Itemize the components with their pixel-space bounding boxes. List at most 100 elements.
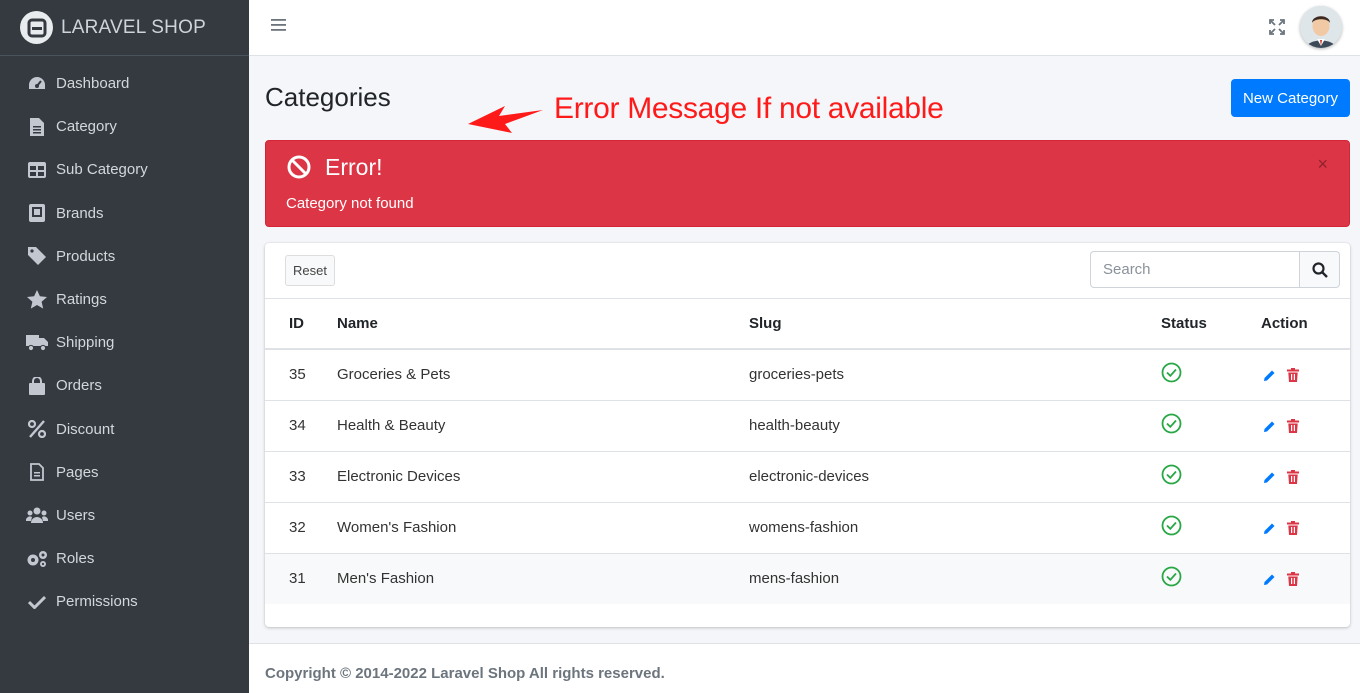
cell-actions — [1261, 349, 1350, 401]
brand-name: LARAVEL SHOP — [61, 16, 206, 38]
edit-icon[interactable] — [1261, 571, 1277, 587]
card-toolbar: Reset — [265, 243, 1350, 299]
alert-title: Error! — [325, 154, 383, 180]
cogs-icon — [26, 548, 48, 570]
cell-id: 34 — [265, 400, 337, 452]
column-header-slug: Slug — [749, 299, 1161, 350]
cell-actions — [1261, 553, 1350, 604]
edit-icon[interactable] — [1261, 367, 1277, 383]
cell-actions — [1261, 400, 1350, 452]
status-active-icon — [1161, 413, 1182, 438]
cell-status — [1161, 349, 1261, 401]
categories-table: ID Name Slug Status Action 35 Groceries … — [265, 299, 1350, 604]
fullscreen-icon[interactable] — [1269, 19, 1287, 37]
status-active-icon — [1161, 515, 1182, 540]
sidebar-item-permissions[interactable]: Permissions — [0, 580, 249, 623]
cell-id: 35 — [265, 349, 337, 401]
sidebar-item-ratings[interactable]: Ratings — [0, 278, 249, 321]
cell-slug: groceries-pets — [749, 349, 1161, 401]
sidebar: LARAVEL SHOP Dashboard Category Sub Cate… — [0, 0, 249, 693]
alert-message: Category not found — [286, 195, 414, 212]
error-alert: Error! Category not found × — [265, 140, 1350, 227]
sidebar-item-category[interactable]: Category — [0, 105, 249, 148]
cell-status — [1161, 553, 1261, 604]
table-header-row: ID Name Slug Status Action — [265, 299, 1350, 350]
cell-status — [1161, 400, 1261, 452]
new-category-button[interactable]: New Category — [1231, 79, 1350, 117]
table-row: 35 Groceries & Pets groceries-pets — [265, 349, 1350, 401]
annotation-text: Error Message If not available — [554, 92, 944, 125]
delete-icon[interactable] — [1285, 469, 1301, 485]
hamburger-menu-icon[interactable] — [271, 18, 289, 36]
sidebar-item-brands[interactable]: Brands — [0, 192, 249, 235]
edit-icon[interactable] — [1261, 418, 1277, 434]
sidebar-nav: Dashboard Category Sub Category Brands P… — [0, 56, 249, 623]
tag-icon — [26, 245, 48, 267]
reset-button[interactable]: Reset — [285, 255, 335, 286]
check-icon — [26, 591, 48, 613]
user-avatar[interactable] — [1300, 6, 1342, 48]
sidebar-item-label: Pages — [56, 463, 99, 481]
footer: Copyright © 2014-2022 Laravel Shop All r… — [249, 643, 1360, 693]
sidebar-item-label: Orders — [56, 377, 102, 395]
delete-icon[interactable] — [1285, 418, 1301, 434]
sidebar-item-dashboard[interactable]: Dashboard — [0, 62, 249, 105]
sidebar-item-label: Products — [56, 247, 116, 265]
delete-icon[interactable] — [1285, 571, 1301, 587]
cell-id: 33 — [265, 451, 337, 503]
sidebar-item-label: Roles — [56, 550, 95, 568]
truck-icon — [26, 332, 48, 354]
ban-icon — [287, 155, 311, 179]
sidebar-item-label: Brands — [56, 204, 104, 222]
delete-icon[interactable] — [1285, 520, 1301, 536]
cell-actions — [1261, 502, 1350, 554]
cell-status — [1161, 451, 1261, 503]
column-header-name: Name — [337, 299, 749, 350]
column-header-action: Action — [1261, 299, 1350, 350]
cell-name: Health & Beauty — [337, 400, 749, 452]
table-row: 33 Electronic Devices electronic-devices — [265, 451, 1350, 503]
sidebar-item-users[interactable]: Users — [0, 494, 249, 537]
sidebar-item-label: Users — [56, 506, 96, 524]
sidebar-item-label: Permissions — [56, 593, 138, 611]
cell-name: Electronic Devices — [337, 451, 749, 503]
column-header-id: ID — [265, 299, 337, 350]
shopping-bag-icon — [26, 375, 48, 397]
sidebar-item-discount[interactable]: Discount — [0, 408, 249, 451]
brand[interactable]: LARAVEL SHOP — [0, 0, 249, 56]
sidebar-item-pages[interactable]: Pages — [0, 451, 249, 494]
sidebar-item-label: Discount — [56, 420, 115, 438]
table-row: 34 Health & Beauty health-beauty — [265, 400, 1350, 452]
edit-icon[interactable] — [1261, 520, 1277, 536]
cell-slug: electronic-devices — [749, 451, 1161, 503]
table-row: 32 Women's Fashion womens-fashion — [265, 502, 1350, 554]
delete-icon[interactable] — [1285, 367, 1301, 383]
status-active-icon — [1161, 566, 1182, 591]
cell-slug: mens-fashion — [749, 553, 1161, 604]
cell-status — [1161, 502, 1261, 554]
edit-icon[interactable] — [1261, 469, 1277, 485]
sidebar-item-sub-category[interactable]: Sub Category — [0, 148, 249, 191]
search-input[interactable] — [1090, 251, 1299, 288]
cell-id: 32 — [265, 502, 337, 554]
search-button[interactable] — [1299, 251, 1340, 288]
file-icon — [26, 116, 48, 138]
search-group — [1090, 251, 1340, 288]
categories-card: Reset ID Name Slug Status Action 35 Groc… — [265, 243, 1350, 627]
search-icon — [1311, 261, 1328, 278]
brand-logo-icon — [20, 11, 53, 44]
users-icon — [26, 504, 48, 526]
status-active-icon — [1161, 362, 1182, 387]
sidebar-item-label: Shipping — [56, 334, 115, 352]
sidebar-item-roles[interactable]: Roles — [0, 537, 249, 580]
tachometer-icon — [26, 73, 48, 95]
annotation-arrow-icon — [468, 106, 543, 133]
status-active-icon — [1161, 464, 1182, 489]
cell-actions — [1261, 451, 1350, 503]
sidebar-item-orders[interactable]: Orders — [0, 364, 249, 407]
percent-icon — [26, 418, 48, 440]
alert-close-button[interactable]: × — [1317, 155, 1328, 173]
sidebar-item-label: Sub Category — [56, 161, 148, 179]
sidebar-item-shipping[interactable]: Shipping — [0, 321, 249, 364]
sidebar-item-products[interactable]: Products — [0, 235, 249, 278]
